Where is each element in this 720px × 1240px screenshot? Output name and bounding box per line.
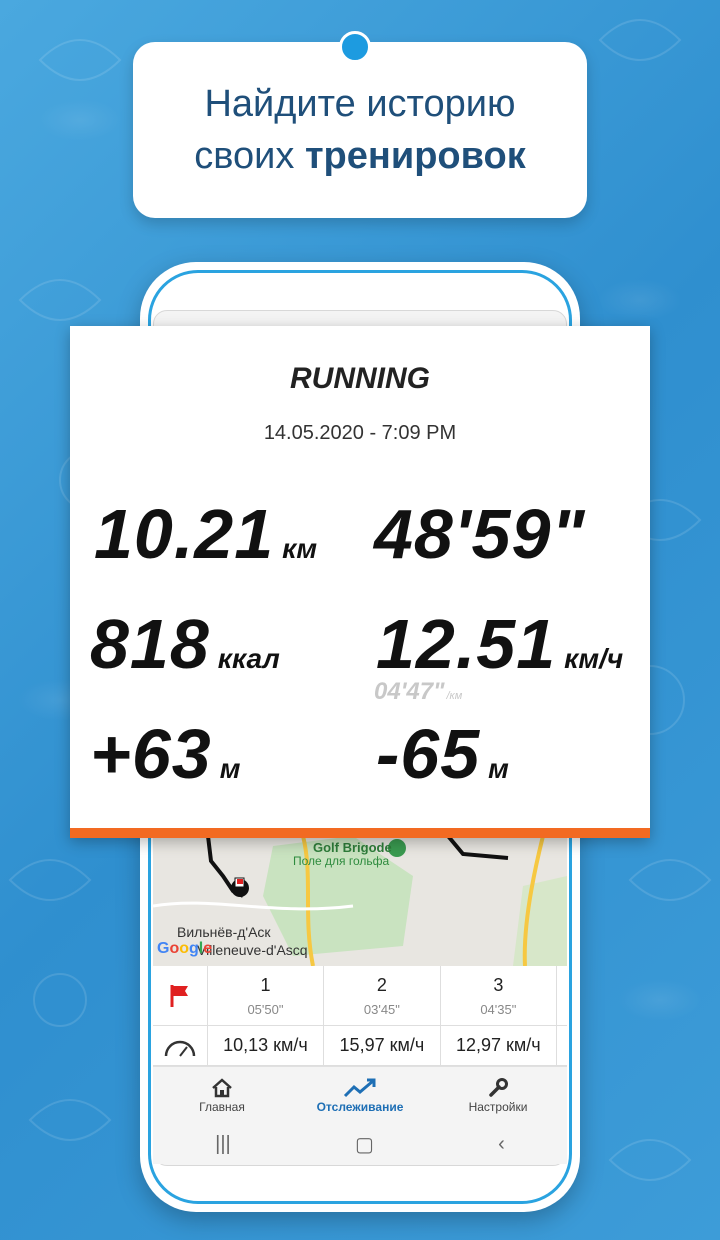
poi-subtitle: Поле для гольфа xyxy=(293,854,390,868)
bottom-navigation: Главная Отслеживание Настройки xyxy=(153,1066,567,1124)
town-label-fr: Villeneuve-d'Ascq xyxy=(197,942,308,958)
headline-line-1: Найдите историю xyxy=(204,83,516,125)
duration-metric: 48'59" xyxy=(374,494,586,574)
speed-value: 12.51 xyxy=(376,605,557,683)
laps-header-row: 1 05'50" 2 03'45" 3 04'35" xyxy=(153,966,567,1026)
flag-icon-cell xyxy=(153,966,208,1026)
nav-settings-label: Настройки xyxy=(468,1099,528,1114)
lap-overflow xyxy=(557,966,567,1026)
descent-metric: -65 м xyxy=(376,714,509,794)
nav-tracking-label: Отслеживание xyxy=(316,1099,404,1114)
lap-speed: 10,13 км/ч xyxy=(223,1035,308,1055)
descent-unit: м xyxy=(488,753,509,784)
lap-time: 04'35" xyxy=(480,1001,517,1017)
descent-value: -65 xyxy=(376,715,481,793)
headline-card: Найдите историю своих тренировок xyxy=(133,42,587,218)
lap-number: 1 xyxy=(260,974,271,995)
speed-unit: км/ч xyxy=(564,643,624,674)
flag-icon xyxy=(170,984,188,1007)
nav-home[interactable]: Главная xyxy=(153,1067,291,1124)
recents-button[interactable]: ||| xyxy=(215,1133,231,1156)
lap-speed-cell: 12,97 км/ч xyxy=(440,1026,558,1066)
ascent-unit: м xyxy=(219,753,241,784)
distance-unit: км xyxy=(282,533,318,564)
lap-number: 2 xyxy=(376,974,387,995)
lap-cell[interactable]: 2 03'45" xyxy=(324,966,441,1026)
lap-speed: 15,97 км/ч xyxy=(339,1035,425,1055)
duration-value: 48'59" xyxy=(374,495,586,573)
route-map[interactable]: Golf Brigode Поле для гольфа Вильнёв-д'А… xyxy=(153,836,567,966)
nav-home-label: Главная xyxy=(199,1099,245,1114)
poi-name: Golf Brigode xyxy=(313,840,392,855)
activity-summary-card[interactable]: RUNNING 14.05.2020 - 7:09 PM 10.21 км 48'… xyxy=(70,326,650,838)
home-icon xyxy=(212,1077,232,1097)
nav-settings[interactable]: Настройки xyxy=(429,1067,567,1124)
speedometer-icon xyxy=(164,1040,196,1057)
headline-line-2: своих тренировок xyxy=(194,135,526,177)
lap-cell[interactable]: 3 04'35" xyxy=(440,966,558,1026)
pace-unit: /км xyxy=(446,690,463,702)
ascent-value: +63 xyxy=(90,715,212,793)
lap-overflow xyxy=(557,1026,567,1066)
calories-value: 818 xyxy=(90,605,210,683)
home-button[interactable]: ▢ xyxy=(355,1132,374,1157)
town-label-ru: Вильнёв-д'Аск xyxy=(177,924,271,940)
activity-date: 14.05.2020 - 7:09 PM xyxy=(263,422,457,444)
headline-dot xyxy=(339,31,371,63)
calories-metric: 818 ккал xyxy=(90,604,280,684)
system-navigation-bar: ||| ▢ ‹ xyxy=(153,1124,567,1164)
laps-table[interactable]: 1 05'50" 2 03'45" 3 04'35" 10,13 км/ч 15… xyxy=(153,966,567,1066)
speedometer-icon-cell xyxy=(153,1026,208,1066)
lap-time: 03'45" xyxy=(363,1001,400,1017)
google-logo: Google xyxy=(157,940,213,957)
calories-unit: ккал xyxy=(217,643,280,674)
nav-tracking[interactable]: Отслеживание xyxy=(291,1067,429,1124)
laps-speed-row: 10,13 км/ч 15,97 км/ч 12,97 км/ч xyxy=(153,1026,567,1066)
back-button[interactable]: ‹ xyxy=(498,1133,505,1156)
lap-time: 05'50" xyxy=(247,1001,284,1017)
ascent-metric: +63 м xyxy=(90,714,240,794)
trend-icon xyxy=(343,1078,376,1097)
lap-speed-cell: 10,13 км/ч xyxy=(207,1026,325,1066)
lap-number: 3 xyxy=(493,974,504,995)
pace-value: 04'47" xyxy=(374,678,445,705)
distance-metric: 10.21 км xyxy=(94,494,317,574)
wrench-icon xyxy=(489,1077,508,1097)
pace-metric: 04'47"/км xyxy=(374,678,462,706)
speed-metric: 12.51 км/ч xyxy=(376,604,623,684)
lap-cell[interactable]: 1 05'50" xyxy=(207,966,325,1026)
lap-speed: 12,97 км/ч xyxy=(455,1035,541,1055)
distance-value: 10.21 xyxy=(94,495,275,573)
lap-speed-cell: 15,97 км/ч xyxy=(324,1026,441,1066)
activity-title: RUNNING xyxy=(290,362,430,395)
